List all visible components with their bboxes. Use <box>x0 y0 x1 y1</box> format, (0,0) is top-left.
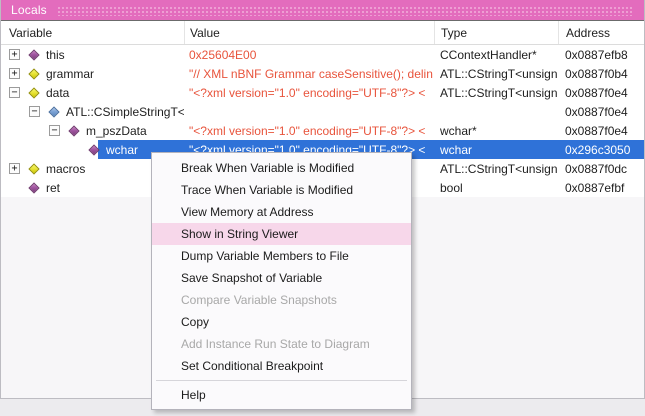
variable-name: ret <box>46 181 60 195</box>
variable-diamond-icon <box>28 87 39 98</box>
variable-type: ATL::CStringT<unsign <box>434 83 558 102</box>
variable-address: 0x0887f0b4 <box>558 64 644 83</box>
variable-address: 0x0887f0e4 <box>558 121 644 140</box>
variable-address: 0x296c3050 <box>558 140 644 159</box>
column-header-type: Type <box>434 21 558 44</box>
variable-value: "<?xml version="1.0" encoding="UTF-8"?> … <box>184 83 434 102</box>
variable-cell: − m_pszData <box>1 121 184 140</box>
column-header-value: Value <box>184 21 434 44</box>
menu-item-trace-when-variable-is-modified[interactable]: Trace When Variable is Modified <box>152 179 411 201</box>
variable-type <box>434 102 558 121</box>
collapse-minus-icon[interactable]: − <box>29 106 40 117</box>
variable-cell: − ATL::CSimpleStringT< <box>1 102 184 121</box>
variable-address: 0x0887efbf <box>558 178 644 197</box>
variable-type: ATL::CStringT<unsign <box>434 64 558 83</box>
variable-diamond-icon <box>68 125 79 136</box>
variable-value: "<?xml version="1.0" encoding="UTF-8"?> … <box>184 121 434 140</box>
variable-cell: + this <box>1 45 184 64</box>
expand-plus-icon[interactable]: + <box>9 163 20 174</box>
table-row[interactable]: + this 0x25604E00CContextHandler*0x0887efb… <box>1 45 644 64</box>
grid-header: Variable Value Type Address <box>1 21 644 45</box>
ide-background: Locals Variable Value Type Address + this… <box>0 0 645 416</box>
variable-address: 0x0887efb8 <box>558 45 644 64</box>
variable-diamond-icon <box>88 144 99 155</box>
menu-item-help[interactable]: Help <box>152 384 411 406</box>
collapse-minus-icon[interactable]: − <box>9 87 20 98</box>
variable-type: wchar <box>434 140 558 159</box>
variable-cell: − data <box>1 83 184 102</box>
menu-item-break-when-variable-is-modified[interactable]: Break When Variable is Modified <box>152 157 411 179</box>
menu-item-compare-variable-snapshots: Compare Variable Snapshots <box>152 289 411 311</box>
titlebar-dots-pattern <box>57 5 634 16</box>
panel-title: Locals <box>11 3 47 17</box>
expand-plus-icon[interactable]: + <box>9 68 20 79</box>
variable-diamond-icon <box>28 182 39 193</box>
menu-item-dump-variable-members-to-file[interactable]: Dump Variable Members to File <box>152 245 411 267</box>
variable-diamond-icon <box>28 163 39 174</box>
variable-type: wchar* <box>434 121 558 140</box>
variable-value <box>184 102 434 121</box>
variable-name: m_pszData <box>86 124 147 138</box>
variable-diamond-icon <box>28 49 39 60</box>
table-row[interactable]: − data "<?xml version="1.0" encoding="UTF-… <box>1 83 644 102</box>
variable-address: 0x0887f0e4 <box>558 102 644 121</box>
variable-name: wchar <box>106 143 138 157</box>
variable-diamond-icon <box>48 106 59 117</box>
menu-item-copy[interactable]: Copy <box>152 311 411 333</box>
context-menu: Break When Variable is ModifiedTrace Whe… <box>151 152 412 410</box>
variable-type: bool <box>434 178 558 197</box>
menu-item-view-memory-at-address[interactable]: View Memory at Address <box>152 201 411 223</box>
locals-titlebar[interactable]: Locals <box>1 0 644 21</box>
table-row[interactable]: − ATL::CSimpleStringT< 0x0887f0e4 <box>1 102 644 121</box>
menu-item-save-snapshot-of-variable[interactable]: Save Snapshot of Variable <box>152 267 411 289</box>
expand-plus-icon[interactable]: + <box>9 49 20 60</box>
variable-name: ATL::CSimpleStringT< <box>66 105 184 119</box>
variable-type: CContextHandler* <box>434 45 558 64</box>
variable-type: ATL::CStringT<unsign <box>434 159 558 178</box>
menu-separator <box>156 380 407 381</box>
table-row[interactable]: − m_pszData "<?xml version="1.0" encoding=… <box>1 121 644 140</box>
collapse-minus-icon[interactable]: − <box>49 125 60 136</box>
menu-item-add-instance-run-state-to-diagram: Add Instance Run State to Diagram <box>152 333 411 355</box>
variable-name: macros <box>46 162 85 176</box>
variable-value: 0x25604E00 <box>184 45 434 64</box>
column-header-variable: Variable <box>1 21 184 44</box>
variable-cell: + grammar <box>1 64 184 83</box>
variable-address: 0x0887f0dc <box>558 159 644 178</box>
column-header-address: Address <box>558 21 644 44</box>
variable-address: 0x0887f0e4 <box>558 83 644 102</box>
table-row[interactable]: + grammar "// XML nBNF Grammar caseSensiti… <box>1 64 644 83</box>
variable-name: grammar <box>46 67 94 81</box>
menu-item-set-conditional-breakpoint[interactable]: Set Conditional Breakpoint <box>152 355 411 377</box>
variable-value: "// XML nBNF Grammar caseSensitive(); de… <box>184 64 434 83</box>
variable-name: data <box>46 86 69 100</box>
variable-name: this <box>46 48 65 62</box>
menu-item-show-in-string-viewer[interactable]: Show in String Viewer <box>152 223 411 245</box>
variable-diamond-icon <box>28 68 39 79</box>
